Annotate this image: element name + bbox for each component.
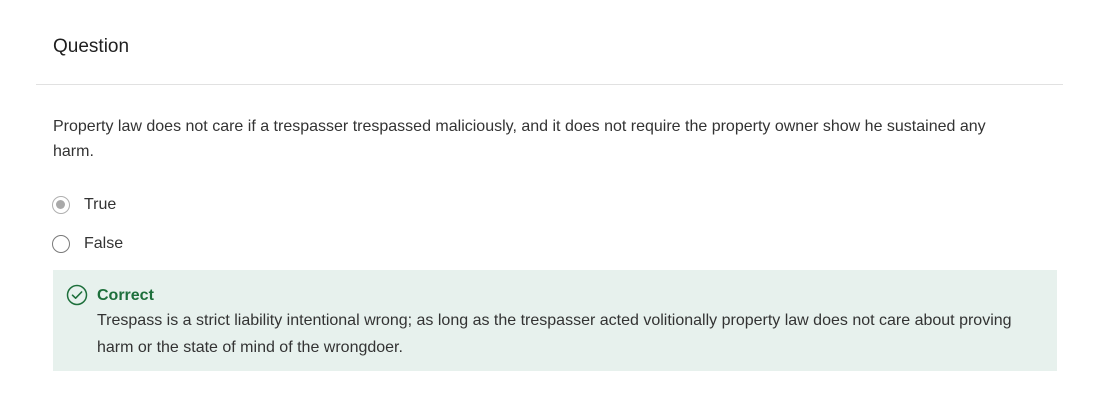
option-true[interactable]: True	[52, 193, 116, 217]
option-label-false: False	[84, 235, 124, 252]
question-text: Property law does not care if a trespass…	[53, 118, 986, 160]
feedback-status: Correct	[97, 287, 154, 304]
question-title: Question	[53, 36, 130, 57]
option-label-true: True	[84, 196, 117, 213]
check-circle-icon	[66, 284, 88, 306]
radio-button-false[interactable]	[52, 235, 70, 253]
question-header: Question	[36, 0, 1063, 85]
radio-button-true[interactable]	[52, 196, 70, 214]
feedback-explanation: Trespass is a strict liability intention…	[97, 312, 1012, 356]
feedback-panel: Correct Trespass is a strict liability i…	[53, 270, 1057, 371]
option-false[interactable]: False	[52, 232, 123, 256]
